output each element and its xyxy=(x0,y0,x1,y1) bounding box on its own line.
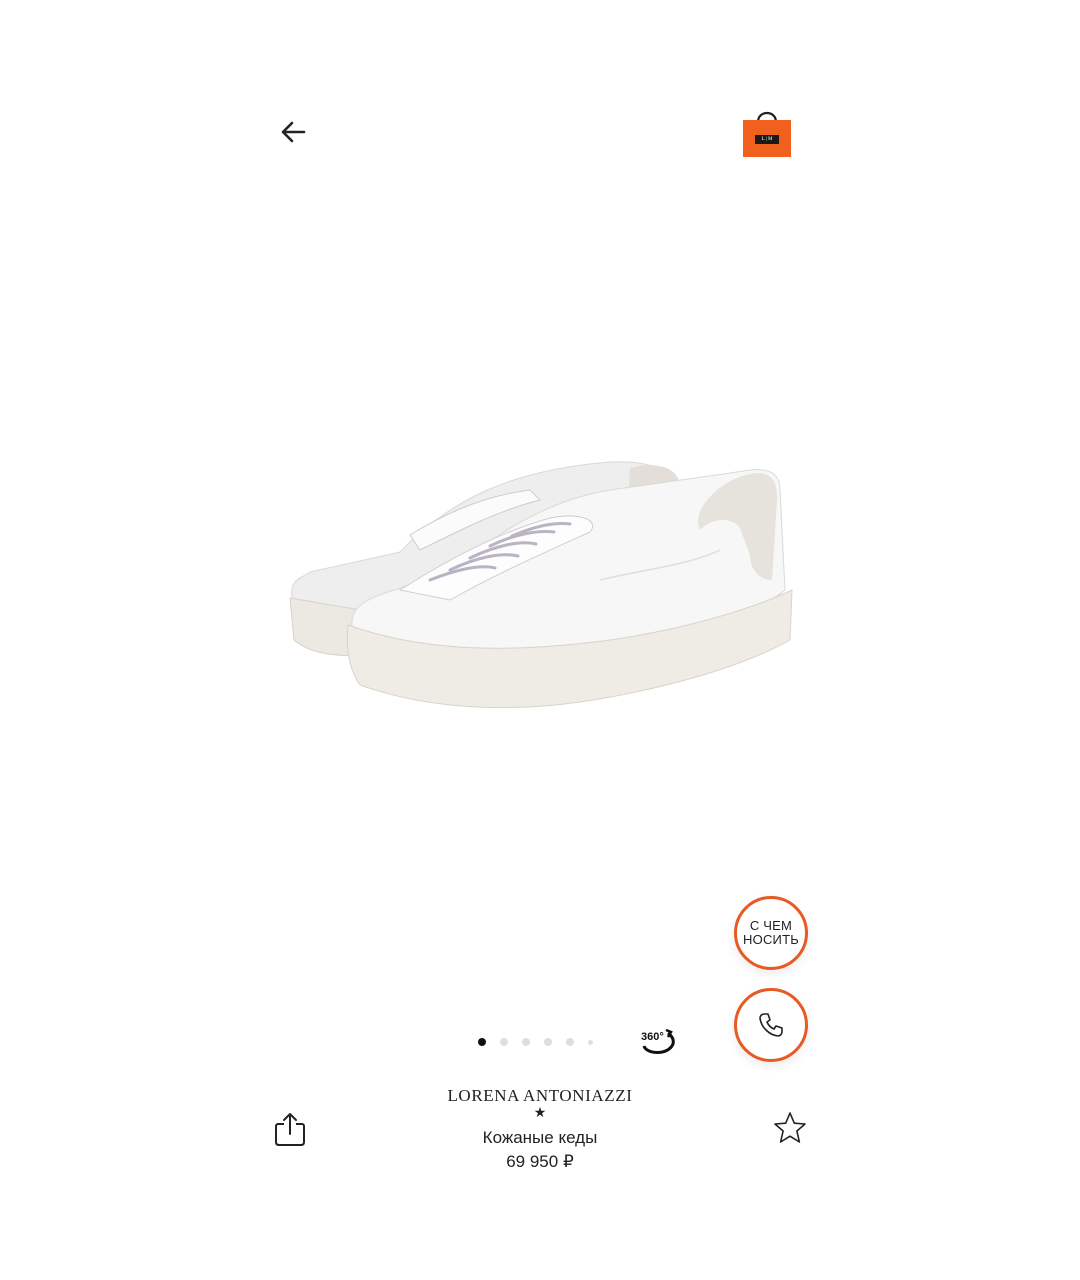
product-title: Кожаные кеды xyxy=(482,1128,598,1147)
cart-button[interactable]: L | M xyxy=(742,106,792,158)
gallery-pager xyxy=(478,1036,593,1048)
product-image[interactable] xyxy=(280,440,810,740)
shopping-bag-icon xyxy=(743,111,791,157)
wear-with-label-line2: НОСИТЬ xyxy=(743,932,799,947)
call-button[interactable] xyxy=(734,988,808,1062)
pager-dot-2[interactable] xyxy=(500,1038,508,1046)
back-button[interactable] xyxy=(272,112,314,154)
brand-star-icon: ★ xyxy=(533,1104,547,1120)
wear-with-label: С ЧЕМ НОСИТЬ xyxy=(743,919,799,947)
share-icon xyxy=(275,1113,305,1146)
favorite-button[interactable] xyxy=(772,1110,808,1146)
pager-dot-5[interactable] xyxy=(566,1038,574,1046)
sneaker-front xyxy=(346,469,793,709)
pager-dot-1[interactable] xyxy=(478,1038,486,1046)
wear-with-label-line1: С ЧЕМ xyxy=(749,918,793,933)
share-button[interactable] xyxy=(274,1110,306,1148)
product-brand[interactable]: LORENA ANTONIAZZI xyxy=(340,1086,740,1106)
star-outline-icon xyxy=(774,1112,806,1143)
product-price: 69 950 ₽ xyxy=(506,1152,574,1171)
pager-dot-4[interactable] xyxy=(544,1038,552,1046)
bag-logo-text: L | M xyxy=(761,137,773,142)
pager-dot-3[interactable] xyxy=(522,1038,530,1046)
arrow-left-icon xyxy=(281,121,306,143)
phone-icon xyxy=(759,1013,783,1037)
view-360-label: 360° xyxy=(641,1031,664,1043)
pager-dot-6[interactable] xyxy=(588,1039,593,1045)
wear-with-button[interactable]: С ЧЕМ НОСИТЬ xyxy=(734,896,808,970)
view-360-button[interactable]: 360° xyxy=(640,1026,676,1058)
